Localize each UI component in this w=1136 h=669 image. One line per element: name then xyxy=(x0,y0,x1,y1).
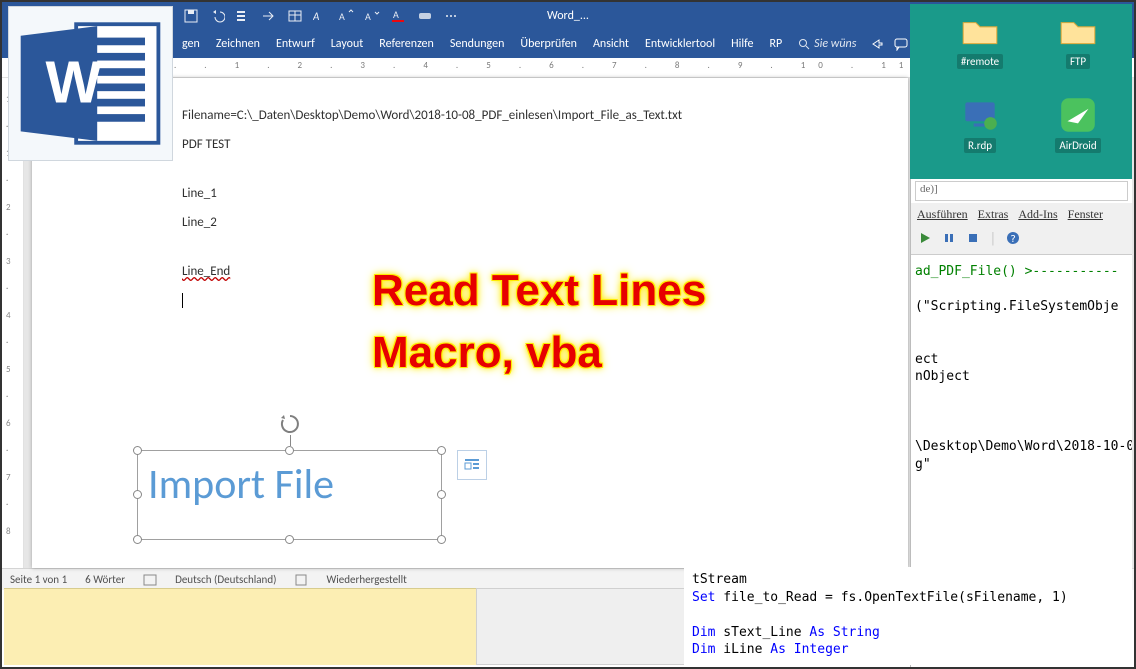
desktop-icon-ftp[interactable]: FTP xyxy=(1038,10,1118,69)
layout-options-button[interactable] xyxy=(457,450,487,480)
desktop-label: AirDroid xyxy=(1055,138,1100,153)
font-decrease-icon[interactable]: A xyxy=(364,7,382,25)
vba-code-bottom[interactable]: tStream Set file_to_Read = fs.OpenTextFi… xyxy=(684,567,1132,665)
tab-rp[interactable]: RP xyxy=(761,31,790,57)
tab-entwicklertools[interactable]: Entwicklertool xyxy=(637,31,723,57)
reset-icon[interactable] xyxy=(965,230,981,246)
wordart-text[interactable]: Import File xyxy=(138,451,441,518)
vba-menu-run[interactable]: Ausführen xyxy=(917,207,968,222)
share-icon[interactable] xyxy=(870,37,884,51)
vba-menu-extras[interactable]: Extras xyxy=(978,207,1009,222)
folder-icon xyxy=(959,10,1001,52)
wordart-textbox[interactable]: Import File xyxy=(137,450,442,540)
run-icon[interactable] xyxy=(917,230,933,246)
more-icon[interactable] xyxy=(442,7,460,25)
resize-handle[interactable] xyxy=(285,535,294,544)
table-icon[interactable] xyxy=(286,7,304,25)
vba-menu-addins[interactable]: Add-Ins xyxy=(1018,207,1057,222)
desktop-icon-remote[interactable]: #remote xyxy=(940,10,1020,69)
svg-text:A: A xyxy=(339,10,345,23)
desktop-icon-airdroid[interactable]: AirDroid xyxy=(1038,94,1118,153)
vba-title-fragment: de)] xyxy=(915,181,1128,201)
doc-line-pdftest: PDF TEST xyxy=(182,137,758,152)
redo-dropdown-icon[interactable] xyxy=(234,7,252,25)
desktop-label: FTP xyxy=(1066,54,1090,69)
doc-line-2: Line_2 xyxy=(182,215,758,230)
resize-handle[interactable] xyxy=(437,490,446,499)
font-size-icon[interactable]: A xyxy=(312,7,330,25)
tab-uberprufen[interactable]: Überprüfen xyxy=(512,31,585,57)
desktop-label: R.rdp xyxy=(964,138,996,153)
doc-line-end: Line_End xyxy=(182,264,758,279)
resize-handle[interactable] xyxy=(437,535,446,544)
tab-layout[interactable]: Layout xyxy=(323,31,372,57)
resize-handle[interactable] xyxy=(133,446,142,455)
status-recovered[interactable]: Wiederhergestellt xyxy=(326,573,406,586)
vba-code-pane[interactable]: ad_PDF_File() >----------- ("Scripting.F… xyxy=(911,255,1132,478)
save-icon[interactable] xyxy=(182,7,200,25)
status-language[interactable]: Deutsch (Deutschland) xyxy=(175,573,276,586)
tab-entwurf[interactable]: Entwurf xyxy=(268,31,323,57)
resize-handle[interactable] xyxy=(437,446,446,455)
svg-text:A: A xyxy=(365,10,371,23)
folder-icon xyxy=(1057,10,1099,52)
doc-line-filename: Filename=C:\_Daten\Desktop\Demo\Word\201… xyxy=(182,108,758,123)
tell-me-label: Sie wüns xyxy=(814,37,856,51)
search-icon xyxy=(798,38,810,50)
tab-referenzen[interactable]: Referenzen xyxy=(371,31,442,57)
svg-text:W: W xyxy=(46,49,102,116)
highlight-icon[interactable] xyxy=(416,7,434,25)
tab-sendungen[interactable]: Sendungen xyxy=(442,31,513,57)
document-name: Word_... xyxy=(547,9,589,23)
tab-zeichnen[interactable]: Zeichnen xyxy=(208,31,268,57)
status-page[interactable]: Seite 1 von 1 xyxy=(10,573,67,586)
tab-hilfe[interactable]: Hilfe xyxy=(723,31,761,57)
doc-line-1: Line_1 xyxy=(182,186,758,201)
vba-toolbar: Ausführen Extras Add-Ins Fenster | ? xyxy=(911,203,1132,255)
sticky-note-panel xyxy=(4,588,476,665)
touch-mode-icon[interactable] xyxy=(260,7,278,25)
tab-einfugen[interactable]: gen xyxy=(174,31,208,57)
status-macro-icon[interactable] xyxy=(294,573,308,587)
tell-me-search[interactable]: Sie wüns xyxy=(790,37,864,51)
resize-handle[interactable] xyxy=(285,446,294,455)
desktop-label: #remote xyxy=(957,54,1003,69)
word-app-logo: W xyxy=(8,6,173,161)
break-icon[interactable] xyxy=(941,230,957,246)
text-cursor xyxy=(182,293,183,308)
svg-text:A: A xyxy=(393,8,399,21)
font-color-icon[interactable]: A xyxy=(390,7,408,25)
svg-text:?: ? xyxy=(1010,234,1016,245)
tab-ansicht[interactable]: Ansicht xyxy=(585,31,637,57)
desktop-background: #remote FTP R.rdp AirDroid xyxy=(910,4,1132,179)
vba-menu-window[interactable]: Fenster xyxy=(1068,207,1103,222)
desktop-icon-rdp[interactable]: R.rdp xyxy=(940,94,1020,153)
airdroid-icon xyxy=(1057,94,1099,136)
monitor-icon xyxy=(959,94,1001,136)
resize-handle[interactable] xyxy=(133,490,142,499)
status-spellcheck-icon[interactable] xyxy=(143,573,157,587)
svg-text:A: A xyxy=(313,10,320,23)
help-icon[interactable]: ? xyxy=(1005,230,1021,246)
secondary-panel xyxy=(476,588,686,665)
font-increase-icon[interactable]: A xyxy=(338,7,356,25)
comments-icon[interactable] xyxy=(894,37,908,51)
resize-handle[interactable] xyxy=(133,535,142,544)
status-words[interactable]: 6 Wörter xyxy=(85,573,125,586)
undo-icon[interactable] xyxy=(208,7,226,25)
